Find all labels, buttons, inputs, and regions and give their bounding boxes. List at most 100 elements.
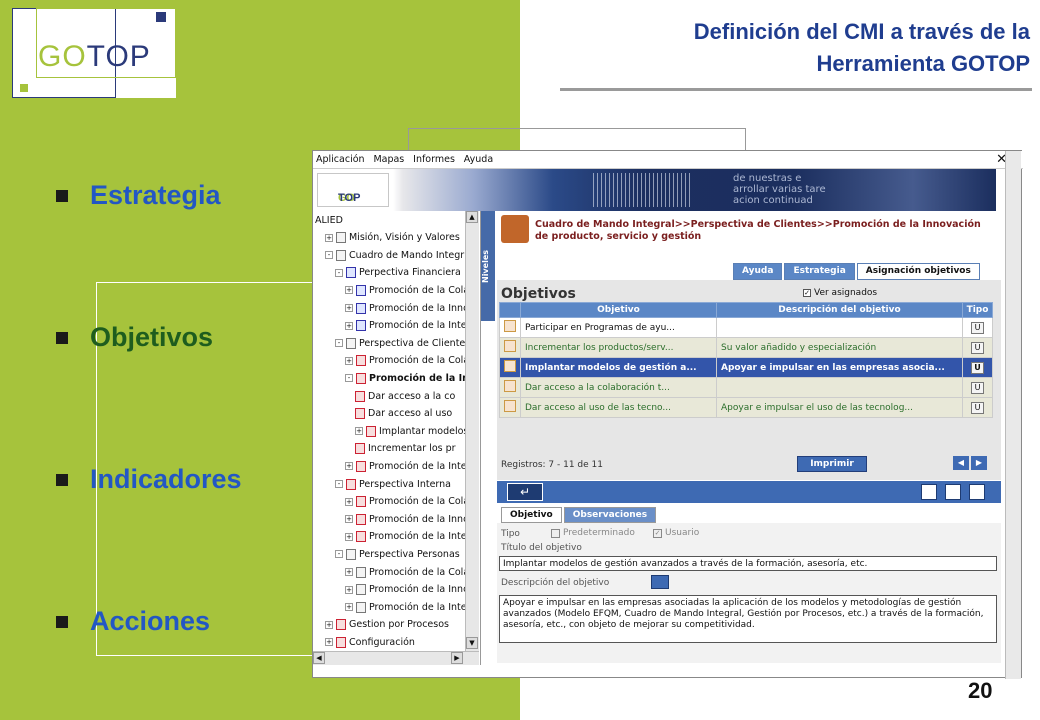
tree-item[interactable]: ALIED xyxy=(315,213,343,227)
menu-mapas[interactable]: Mapas xyxy=(370,151,407,168)
logo-square-green xyxy=(20,84,28,92)
next-page-icon[interactable]: ▶ xyxy=(971,456,987,470)
table-row[interactable]: Dar acceso al uso de las tecno... Apoyar … xyxy=(499,397,993,418)
expand-icon[interactable]: + xyxy=(345,321,353,330)
tree-item[interactable]: - Perspectiva Interna xyxy=(335,477,451,491)
table-row[interactable]: Participar en Programas de ayu... U xyxy=(499,317,993,338)
new-document-icon[interactable] xyxy=(921,484,937,500)
tree-item[interactable]: + Promoción de la Inno xyxy=(345,301,469,315)
checkbox-icon[interactable] xyxy=(551,528,560,538)
expand-icon[interactable]: + xyxy=(345,497,353,506)
collapse-icon[interactable]: - xyxy=(345,374,353,383)
tree-item[interactable]: Dar acceso a la co xyxy=(355,389,455,403)
scroll-down-icon[interactable]: ▼ xyxy=(466,637,478,649)
scroll-up-icon[interactable]: ▲ xyxy=(466,211,478,223)
expand-icon[interactable]: + xyxy=(345,532,353,541)
expand-icon[interactable]: + xyxy=(325,620,333,629)
expand-icon[interactable]: + xyxy=(355,427,363,436)
tree-horizontal-scrollbar[interactable]: ◀ ▶ xyxy=(313,651,479,665)
tab-estrategia[interactable]: Estrategia xyxy=(784,263,855,280)
tree-item-label: Promoción de la Cola xyxy=(369,566,470,578)
expand-icon[interactable]: + xyxy=(325,638,333,647)
tree-item[interactable]: + Promoción de la Cola xyxy=(345,565,469,579)
tree-item[interactable]: + Configuración xyxy=(325,635,415,649)
tab-ayuda[interactable]: Ayuda xyxy=(733,263,783,280)
collapse-icon[interactable]: - xyxy=(335,480,343,488)
collapse-icon[interactable]: - xyxy=(335,268,343,277)
table-row[interactable]: Implantar modelos de gestión a... Apoyar … xyxy=(499,357,993,378)
niveles-toggle[interactable]: Niveles xyxy=(481,211,495,321)
usuario-checkbox[interactable]: ✓ Usuario xyxy=(653,528,699,538)
tree-item[interactable]: + Promoción de la Cola xyxy=(345,354,469,368)
tree-item[interactable]: - Promoción de la In xyxy=(345,371,469,385)
titulo-field[interactable]: Implantar modelos de gestión avanzados a… xyxy=(499,556,997,571)
tree-item[interactable]: + Promoción de la Inno xyxy=(345,583,469,597)
expand-icon[interactable]: + xyxy=(345,304,353,312)
menu-ayuda[interactable]: Ayuda xyxy=(461,151,496,168)
tab-objetivo[interactable]: Objetivo xyxy=(501,507,562,523)
tree-vertical-scrollbar[interactable]: ▲ ▼ xyxy=(465,211,479,651)
bullet-square-icon xyxy=(56,331,68,344)
menu-informes[interactable]: Informes xyxy=(410,151,458,168)
description-editor-icon[interactable] xyxy=(651,575,669,589)
expand-icon[interactable]: + xyxy=(345,568,353,576)
checkbox-checked-icon[interactable]: ✓ xyxy=(803,289,811,297)
imprimir-button[interactable]: Imprimir xyxy=(797,456,867,472)
tipo-badge[interactable]: U xyxy=(971,321,984,334)
expand-icon[interactable]: + xyxy=(345,356,353,365)
expand-icon[interactable]: + xyxy=(345,286,353,295)
objective-icon xyxy=(504,400,516,412)
tipo-badge[interactable]: U xyxy=(971,341,984,354)
tree-item[interactable]: - Perspectiva Personas xyxy=(335,547,460,561)
prev-page-icon[interactable]: ◀ xyxy=(953,456,969,470)
tree-node-icon xyxy=(356,584,366,596)
expand-icon[interactable]: + xyxy=(345,462,353,471)
table-row[interactable]: Incrementar los productos/serv... Su valo… xyxy=(499,337,993,358)
scroll-left-icon[interactable]: ◀ xyxy=(313,652,325,664)
tree-item[interactable]: - Perspectiva de Cliente xyxy=(335,336,465,350)
tree-node-icon xyxy=(355,390,365,402)
tree-item[interactable]: + Promoción de la Cola xyxy=(345,495,469,509)
tipo-badge[interactable]: U xyxy=(971,361,984,374)
save-icon[interactable] xyxy=(969,484,985,500)
collapse-icon[interactable]: - xyxy=(325,251,333,260)
tree-item[interactable]: + Misión, Visión y Valores xyxy=(325,231,460,245)
tipo-badge[interactable]: U xyxy=(971,381,984,394)
tab-asignacion-objetivos[interactable]: Asignación objetivos xyxy=(856,263,980,280)
banner-logo-top: TOP xyxy=(338,192,361,204)
tree-item[interactable]: Dar acceso al uso xyxy=(355,407,452,421)
tipo-badge[interactable]: U xyxy=(971,401,984,414)
tree-node-icon xyxy=(336,249,346,261)
tree-item[interactable]: + Promoción de la Inno xyxy=(345,512,469,526)
tree-item[interactable]: + Promoción de la Inte xyxy=(345,530,467,544)
expand-icon[interactable]: + xyxy=(345,515,353,524)
ver-asignados-checkbox[interactable]: ✓ Ver asignados xyxy=(803,288,877,298)
table-row[interactable]: Dar acceso a la colaboración t... U xyxy=(499,377,993,398)
tree-item[interactable]: + Promoción de la Inte xyxy=(345,319,467,333)
tree-item[interactable]: - Cuadro de Mando Integr xyxy=(325,248,464,262)
collapse-icon[interactable]: - xyxy=(335,550,343,559)
banner-logo: GO TOP xyxy=(317,173,389,207)
predeterminado-checkbox[interactable]: Predeterminado xyxy=(551,528,635,538)
expand-icon[interactable]: + xyxy=(325,233,333,242)
descripcion-field[interactable]: Apoyar e impulsar en las empresas asocia… xyxy=(499,595,997,643)
bullet-square-icon xyxy=(56,473,68,486)
scroll-right-icon[interactable]: ▶ xyxy=(451,652,463,664)
edit-icon[interactable] xyxy=(945,484,961,500)
tree-item[interactable]: Incrementar los pr xyxy=(355,442,456,456)
tree-item[interactable]: + Promoción de la Inte xyxy=(345,459,467,473)
tree-item[interactable]: + Promoción de la Cola xyxy=(345,283,469,297)
expand-icon[interactable]: + xyxy=(345,585,353,594)
tree-item[interactable]: + Gestion por Procesos xyxy=(325,618,449,632)
tab-observaciones[interactable]: Observaciones xyxy=(563,507,657,523)
expand-icon[interactable]: + xyxy=(345,603,353,612)
menu-aplicacion[interactable]: Aplicación xyxy=(313,151,368,168)
checkbox-checked-icon[interactable]: ✓ xyxy=(653,528,662,538)
back-arrow-icon[interactable]: ↵ xyxy=(507,483,543,501)
tree-item[interactable]: + Implantar modelos xyxy=(355,424,468,438)
tree-item-label: Dar acceso a la co xyxy=(368,390,456,402)
tree-item[interactable]: - Perpectiva Financiera xyxy=(335,266,461,280)
tree-item[interactable]: + Promoción de la Inte xyxy=(345,600,467,614)
window-scrollbar[interactable] xyxy=(1005,151,1021,679)
collapse-icon[interactable]: - xyxy=(335,339,343,348)
